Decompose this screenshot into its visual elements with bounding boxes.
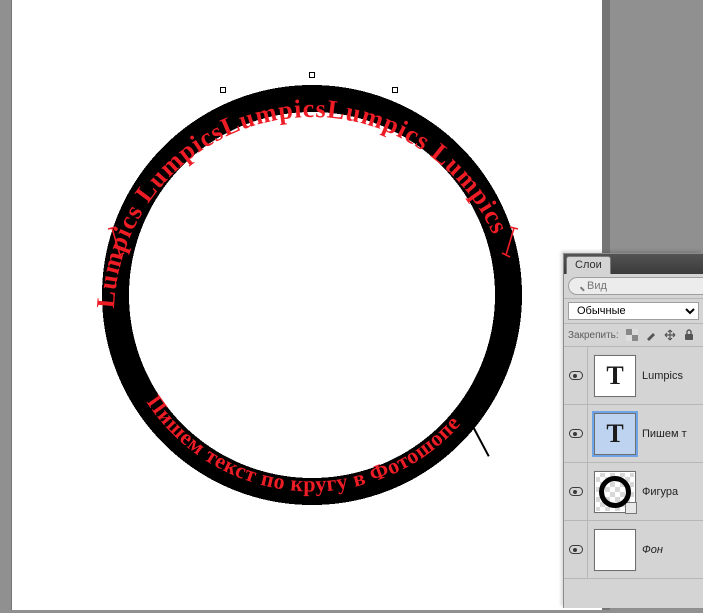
lock-paint-icon[interactable] [644,328,658,342]
circle-shape[interactable]: Lumpics LumpicsLumpicsLumpics Lumpics Пи… [92,75,532,515]
lock-label: Закрепить: [568,330,619,341]
layer-filter-row [564,274,703,299]
layer-row[interactable]: Фигура [564,463,703,521]
layer-thumb-bg-icon[interactable] [594,529,636,571]
layers-panel: Слои Обычные Закрепить: [563,253,703,608]
layer-name[interactable]: Пишем т [642,428,703,440]
layer-row[interactable]: Фон [564,521,703,579]
svg-text:Пишем текст по кругу в Фотошоп: Пишем текст по кругу в Фотошопе [142,390,465,496]
lock-position-icon[interactable] [663,328,677,342]
layer-search-wrap [568,277,703,295]
blend-mode-row: Обычные [564,299,703,324]
layer-thumb-text-icon[interactable]: T [594,355,636,397]
panel-tabbar: Слои [564,254,703,274]
layer-name[interactable]: Фигура [642,486,703,498]
lock-icons [625,328,696,342]
bottom-arc-text[interactable]: Пишем текст по кругу в Фотошопе [92,75,532,515]
layer-thumb-text-icon[interactable]: T [594,413,636,455]
eye-icon [569,487,583,496]
vector-badge-icon [625,502,637,514]
layer-row[interactable]: T Пишем т [564,405,703,463]
visibility-toggle[interactable] [564,405,588,462]
lock-row: Закрепить: [564,324,703,347]
lock-transparency-icon[interactable] [625,328,639,342]
layer-list: T Lumpics T Пишем т Фигура Фон [564,347,703,608]
blend-mode-select[interactable]: Обычные [568,302,699,320]
text-cursor-right-icon [494,225,524,265]
visibility-toggle[interactable] [564,463,588,520]
eye-icon [569,545,583,554]
lock-all-icon[interactable] [682,328,696,342]
visibility-toggle[interactable] [564,521,588,578]
text-cursor-left-icon [102,225,132,265]
layer-name[interactable]: Lumpics [642,370,703,382]
tab-layers[interactable]: Слои [566,256,611,274]
canvas-artboard[interactable]: Lumpics LumpicsLumpicsLumpics Lumpics Пи… [12,0,602,610]
eye-icon [569,371,583,380]
layer-row[interactable]: T Lumpics [564,347,703,405]
layer-filter-input[interactable] [568,277,703,295]
layer-name[interactable]: Фон [642,544,703,556]
layer-thumb-shape-icon[interactable] [594,471,636,513]
eye-icon [569,429,583,438]
bottom-arc-textcontent: Пишем текст по кругу в Фотошопе [142,390,465,496]
visibility-toggle[interactable] [564,347,588,404]
